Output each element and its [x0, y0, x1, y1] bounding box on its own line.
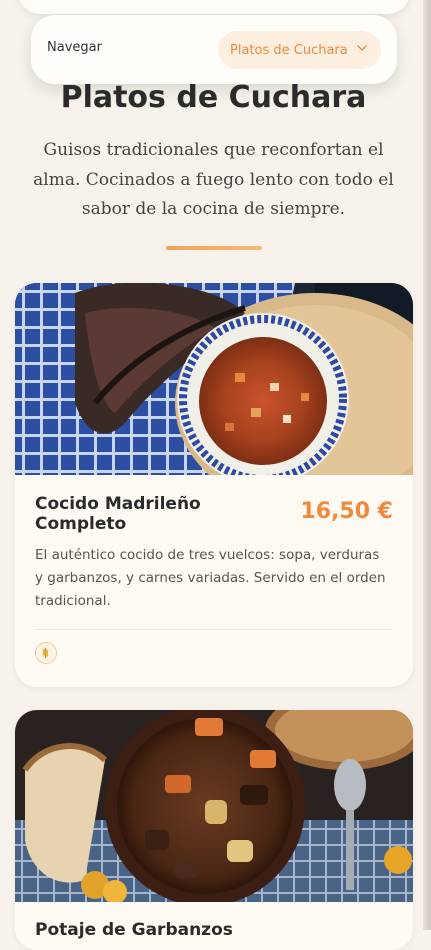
card-divider: [35, 629, 393, 630]
dish-card[interactable]: Potaje de Garbanzos: [15, 710, 413, 950]
dish-price: 16,50 €: [300, 499, 393, 524]
dish-name: Cocido Madrileño Completo: [35, 494, 201, 534]
chevron-down-icon: [357, 45, 367, 51]
title-divider: [166, 246, 262, 250]
page-title: Platos de Cuchara: [60, 80, 367, 115]
dish-description: El auténtico cocido de tres vuelcos: sop…: [35, 547, 386, 609]
page-subtitle: Guisos tradicionales que reconfortan el …: [33, 140, 394, 219]
category-dropdown[interactable]: Platos de Cuchara: [218, 31, 381, 69]
cocido-stew-photo: [15, 283, 413, 475]
dish-card[interactable]: Cocido Madrileño Completo 16,50 € El aut…: [15, 283, 413, 687]
wheat-icon: [42, 647, 49, 659]
category-dropdown-value: Platos de Cuchara: [230, 42, 348, 58]
beef-stew-photo: [15, 710, 413, 902]
dish-name: Potaje de Garbanzos: [35, 920, 233, 940]
nav-label: Navegar: [47, 40, 102, 55]
allergen-badge: [35, 642, 57, 664]
category-navigation: Navegar Platos de Cuchara: [31, 15, 397, 84]
previous-header-card: [18, 0, 410, 14]
scrollbar[interactable]: [423, 0, 431, 930]
